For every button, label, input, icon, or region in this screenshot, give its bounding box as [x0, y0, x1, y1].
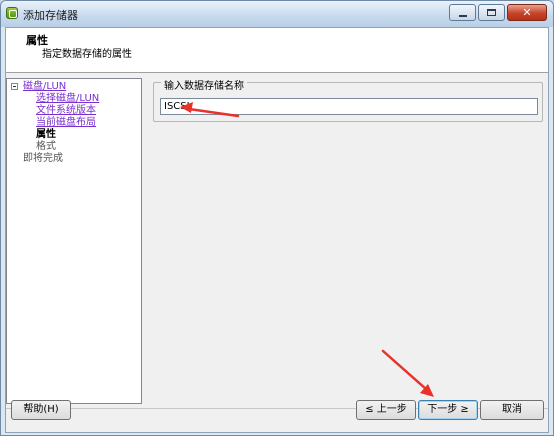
step-disk-layout-label[interactable]: 当前磁盘布局: [36, 117, 96, 128]
wizard-steps-tree: 磁盘/LUN 选择磁盘/LUN 文件系统版本 当前磁盘布局 属性 格式 即将完成: [11, 81, 99, 165]
wizard-header: 属性 指定数据存储的属性: [6, 28, 548, 73]
window-controls: ✕: [447, 4, 547, 22]
close-button[interactable]: ✕: [507, 4, 547, 21]
help-button[interactable]: 帮助(H): [11, 400, 71, 420]
collapse-toggle-icon[interactable]: [11, 83, 18, 90]
step-fs-version-label[interactable]: 文件系统版本: [36, 105, 96, 116]
maximize-button[interactable]: [478, 4, 505, 21]
step-ready-to-complete: 即将完成: [23, 153, 63, 164]
wizard-client-area: 属性 指定数据存储的属性 磁盘/LUN 选择磁盘/LUN 文件系统版本 当前磁盘…: [5, 27, 549, 433]
step-select-disk[interactable]: 选择磁盘/LUN: [11, 93, 99, 105]
add-storage-window: 添加存储器 ✕ 属性 指定数据存储的属性 磁盘/LUN 选择磁盘/LUN 文件系…: [0, 0, 554, 436]
wizard-content-panel: 输入数据存储名称: [145, 77, 545, 404]
step-disk-lun[interactable]: 磁盘/LUN: [11, 81, 99, 93]
minimize-button[interactable]: [449, 4, 476, 21]
datastore-name-input[interactable]: [160, 98, 538, 115]
title-bar[interactable]: 添加存储器 ✕: [1, 1, 553, 27]
datastore-name-group-label: 输入数据存储名称: [161, 77, 247, 92]
window-title: 添加存储器: [23, 9, 78, 22]
step-properties-current: 属性: [36, 129, 56, 140]
datastore-name-group: 输入数据存储名称: [153, 77, 543, 122]
minimize-icon: [459, 15, 467, 17]
step-disk-layout[interactable]: 当前磁盘布局: [11, 117, 99, 129]
step-fs-version[interactable]: 文件系统版本: [11, 105, 99, 117]
step-format: 格式: [36, 141, 56, 152]
page-subtitle: 指定数据存储的属性: [42, 49, 132, 60]
cancel-button[interactable]: 取消: [480, 400, 544, 420]
next-button[interactable]: 下一步 ≥: [418, 400, 478, 420]
step-disk-lun-label[interactable]: 磁盘/LUN: [23, 81, 66, 92]
maximize-icon: [487, 9, 496, 16]
close-icon: ✕: [522, 6, 532, 19]
back-button[interactable]: ≤ 上一步: [356, 400, 416, 420]
wizard-steps-panel: 磁盘/LUN 选择磁盘/LUN 文件系统版本 当前磁盘布局 属性 格式 即将完成: [6, 78, 142, 404]
vsphere-app-icon: [6, 7, 18, 19]
step-select-disk-label[interactable]: 选择磁盘/LUN: [36, 93, 99, 104]
